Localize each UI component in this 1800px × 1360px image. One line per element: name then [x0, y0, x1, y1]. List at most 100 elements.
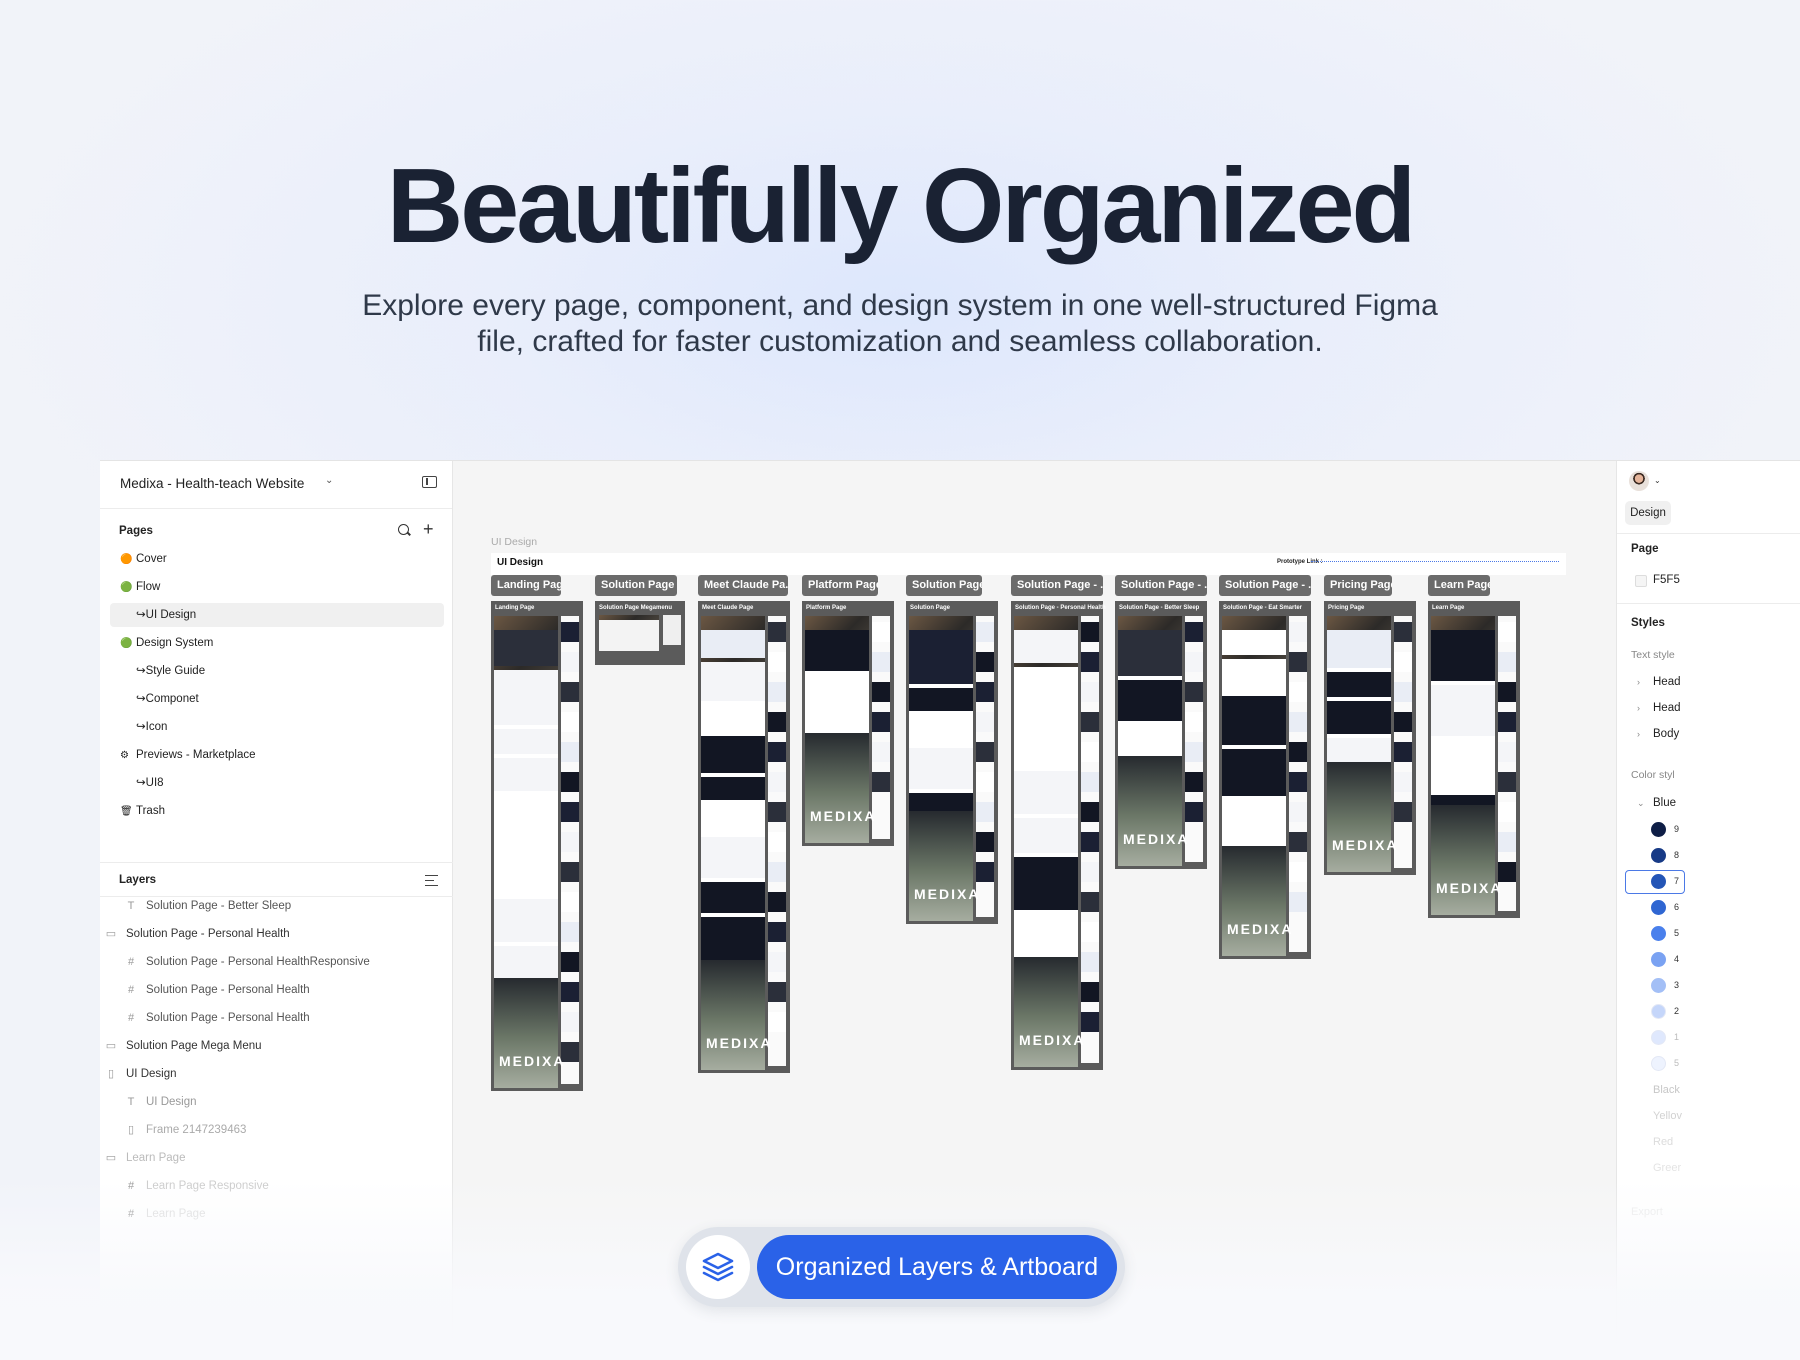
layer-row[interactable]: # Solution Page - Personal Health: [124, 980, 310, 1000]
artboard-frame[interactable]: Solution Page - Better Sleep MEDIXA: [1115, 601, 1207, 869]
mobile-section: [1081, 802, 1099, 822]
color-swatch[interactable]: [1651, 822, 1666, 837]
chevron-right-icon[interactable]: ›: [1637, 703, 1640, 713]
frame-tag[interactable]: Platform Page: [802, 575, 878, 596]
artboard-frame[interactable]: Solution Page - Eat Smarter MEDIXA: [1219, 601, 1311, 959]
design-canvas[interactable]: UI Design UI Design Prototype Link : Lan…: [453, 461, 1616, 1360]
color-swatch[interactable]: [1651, 900, 1666, 915]
color-swatch[interactable]: [1651, 848, 1666, 863]
trash-icon: 🗑: [120, 806, 133, 817]
frame-tag[interactable]: Landing Page: [491, 575, 561, 596]
color-group-black[interactable]: Black: [1653, 1084, 1680, 1096]
frame-tag[interactable]: Learn Page: [1428, 575, 1490, 596]
search-icon[interactable]: [397, 523, 411, 537]
page-heading: Page: [1631, 543, 1659, 555]
mobile-section: [1498, 682, 1516, 702]
page-item-icon[interactable]: ↪Icon: [110, 715, 444, 739]
chevron-down-icon[interactable]: ⌄: [325, 475, 333, 486]
frame-tag[interactable]: Solution Page - ...: [1219, 575, 1311, 596]
color-swatch[interactable]: [1651, 874, 1666, 889]
page-item-ui-design[interactable]: ↪UI Design: [110, 603, 444, 627]
frame-tag[interactable]: Solution Page - ...: [1115, 575, 1207, 596]
page-item-cover[interactable]: 🟠 Cover: [110, 547, 444, 571]
mobile-section: [1289, 772, 1307, 792]
frame-layer-icon: #: [127, 984, 135, 996]
prototype-link[interactable]: [1311, 561, 1559, 563]
layers-badge-icon-holder: [686, 1235, 750, 1299]
frame-tag[interactable]: Meet Claude Pa...: [698, 575, 788, 596]
chevron-down-icon[interactable]: ⌄: [1654, 476, 1661, 485]
tab-design[interactable]: Design: [1625, 501, 1671, 525]
mobile-section: [1394, 622, 1412, 642]
artboard-frame[interactable]: Platform Page MEDIXA: [802, 601, 894, 846]
layer-row[interactable]: ▭ Solution Page Mega Menu: [104, 1036, 262, 1056]
layer-row[interactable]: # Solution Page - Personal Health: [124, 1008, 310, 1028]
color-swatch[interactable]: [1651, 1030, 1666, 1045]
page-color-value[interactable]: F5F5: [1653, 574, 1680, 586]
page-item-ui8[interactable]: ↪UI8: [110, 771, 444, 795]
artboard-frame[interactable]: Solution Page - Personal Health MEDIXA: [1011, 601, 1106, 1070]
color-group-red[interactable]: Red: [1653, 1136, 1673, 1148]
artboard-frame[interactable]: Landing Page MEDIXA: [491, 601, 583, 1091]
layer-row[interactable]: ▯ Frame 2147239463: [124, 1120, 246, 1140]
page-color-swatch[interactable]: [1635, 575, 1647, 587]
artboard-frame[interactable]: Learn Page MEDIXA: [1428, 601, 1520, 918]
mobile-preview: [1394, 616, 1412, 868]
color-swatch[interactable]: [1651, 1056, 1666, 1071]
text-style-item[interactable]: Head: [1653, 702, 1681, 714]
page-item-design-system[interactable]: 🟢 Design System: [110, 631, 444, 655]
preview-section: [909, 629, 973, 684]
chevron-right-icon[interactable]: ›: [1637, 677, 1640, 687]
color-swatch[interactable]: [1651, 978, 1666, 993]
preview-section: [1118, 725, 1182, 756]
layer-row[interactable]: # Learn Page: [124, 1204, 206, 1224]
artboard-frame[interactable]: Pricing Page MEDIXA: [1324, 601, 1416, 875]
mobile-section: [1394, 652, 1412, 672]
color-swatch-label: 5: [1674, 928, 1680, 938]
file-name[interactable]: Medixa - Health-teach Website: [120, 476, 304, 491]
preview-section: [1222, 748, 1286, 796]
frame-tag[interactable]: Solution Page - ...: [1011, 575, 1103, 596]
mobile-section: [976, 862, 994, 882]
layer-row[interactable]: T UI Design: [124, 1092, 197, 1112]
preview-section: [909, 715, 973, 744]
page-item-style-guide[interactable]: ↪Style Guide: [110, 659, 444, 683]
layer-row[interactable]: ▭ Learn Page: [104, 1148, 186, 1168]
avatar[interactable]: [1629, 471, 1649, 491]
artboard-frame[interactable]: Meet Claude Page MEDIXA: [698, 601, 790, 1073]
preview-section: [494, 729, 558, 754]
artboard-frame[interactable]: Solution Page Megamenu: [595, 601, 685, 665]
artboard-frame[interactable]: Solution Page MEDIXA: [906, 601, 998, 924]
layer-row[interactable]: # Learn Page Responsive: [124, 1176, 269, 1196]
frame-tag[interactable]: Solution Page: [906, 575, 982, 596]
frame-tag[interactable]: Solution Page ...: [595, 575, 677, 596]
color-swatch[interactable]: [1651, 1004, 1666, 1019]
color-swatch[interactable]: [1651, 926, 1666, 941]
layer-row[interactable]: ▯ UI Design: [104, 1064, 177, 1084]
color-swatch[interactable]: [1651, 952, 1666, 967]
layer-row[interactable]: T Solution Page - Better Sleep: [124, 896, 292, 916]
color-group-yellow[interactable]: Yellov: [1653, 1110, 1682, 1122]
page-item-trash[interactable]: 🗑 Trash: [110, 799, 444, 823]
artboard-title: Solution Page - Personal Health: [1015, 605, 1106, 611]
page-item-flow[interactable]: 🟢 Flow: [110, 575, 444, 599]
color-group-green[interactable]: Greer: [1653, 1162, 1681, 1174]
toggle-sidebar-icon[interactable]: [422, 476, 437, 488]
layer-row[interactable]: ▭ Solution Page - Personal Health: [104, 924, 290, 944]
chevron-right-icon[interactable]: ›: [1637, 729, 1640, 739]
layer-row[interactable]: # Solution Page - Personal HealthResponsi…: [124, 952, 370, 972]
frame-tag[interactable]: Pricing Page: [1324, 575, 1392, 596]
chevron-down-icon[interactable]: ⌄: [1637, 798, 1645, 809]
color-group-blue[interactable]: Blue: [1653, 797, 1676, 809]
text-style-item[interactable]: Head: [1653, 676, 1681, 688]
preview-section: [1327, 701, 1391, 734]
mobile-preview: [872, 616, 890, 839]
page-item-componet[interactable]: ↪Componet: [110, 687, 444, 711]
text-style-item[interactable]: Body: [1653, 728, 1679, 740]
layers-menu-icon[interactable]: [425, 875, 438, 886]
brand-wordmark: MEDIXA: [1436, 880, 1503, 896]
add-page-icon[interactable]: +: [423, 519, 434, 540]
page-item-previews-marketplace[interactable]: ⚙ Previews - Marketplace: [110, 743, 444, 767]
layer-label: Solution Page - Better Sleep: [146, 900, 292, 912]
artboard-title: Solution Page - Better Sleep: [1119, 605, 1200, 611]
